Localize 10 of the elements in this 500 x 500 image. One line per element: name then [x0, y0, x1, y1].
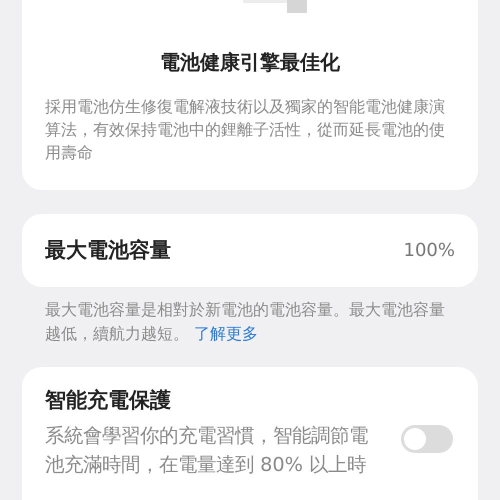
setting-label: 最大電池容量	[45, 236, 171, 264]
description-text: 系統會學習你的充電習慣，智能調節電池充滿時間，在電量達到 80% 以上時	[45, 422, 369, 478]
setting-value: 100%	[404, 239, 455, 263]
battery-graphic-icon	[243, 0, 307, 13]
section-title: 電池健康引擎最佳化	[159, 49, 341, 75]
toggle-switch[interactable]	[401, 424, 453, 452]
learn-more-link[interactable]: 了解更多	[194, 324, 258, 343]
description-text: 採用電池仿生修復電解液技術以及獨家的智能電池健康演算法，有效保持電池中的鋰離子活性，從而延長電池的使用壽命	[45, 96, 446, 164]
setting-label: 智能充電保護	[45, 387, 172, 414]
note-text: 最大電池容量是相對於新電池的電池容量。最大電池容量越低，續航力越短。 了解更多	[44, 299, 446, 345]
